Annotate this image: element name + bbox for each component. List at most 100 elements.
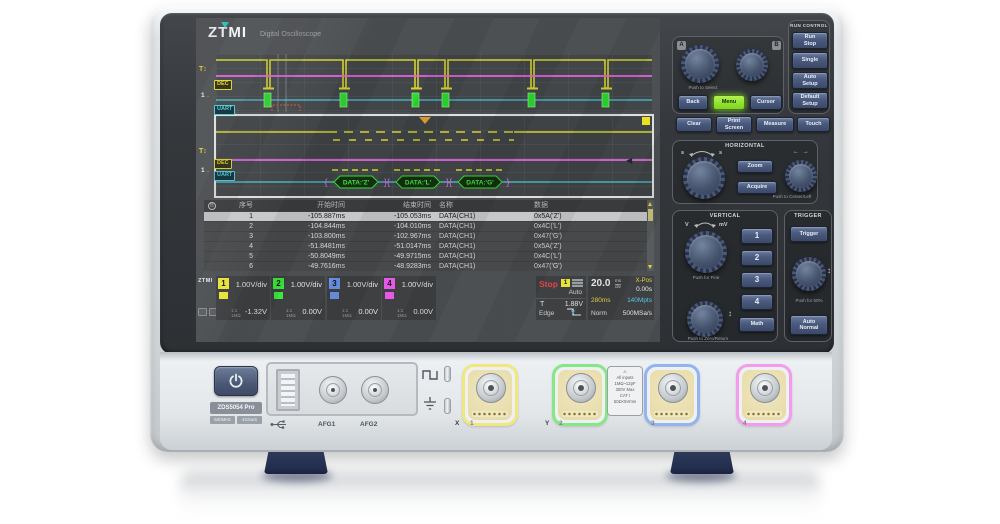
channel2-coupling-icon (274, 292, 283, 299)
probe-comp-square-icon (422, 368, 438, 382)
channel1-button[interactable]: 1 (741, 228, 773, 244)
scroll-down-icon[interactable] (648, 265, 652, 269)
channel2-status[interactable]: 2 1.00V/div 1:11MΩ 0.00V (271, 276, 325, 320)
acquire-button[interactable]: Acquire (737, 181, 777, 194)
channel2-contacts (562, 411, 598, 417)
table-row[interactable]: 2-104.844ms-104.010msDATA(CH1)0x4C('L') (204, 221, 654, 231)
horizontal-scale-knob[interactable] (683, 157, 725, 199)
trigger-level-knob[interactable] (792, 257, 826, 291)
trigger-type: Edge (539, 310, 554, 317)
channel1-bnc (476, 373, 506, 403)
horizontal-position-hint: Push to Center/Left (767, 195, 817, 200)
channel2-button[interactable]: 2 (741, 250, 773, 266)
channel4-vdiv: 1.00V/div (402, 280, 433, 289)
usb-port[interactable] (276, 369, 300, 411)
up-down-arrows-icon: ↕ (827, 266, 831, 275)
horizontal-position-knob[interactable] (785, 160, 817, 192)
col-header-start: 开始时间 (256, 200, 348, 211)
acquire-mode: Norm (591, 310, 607, 317)
table-header-row: B 序号 开始时间 结束时间 名称 数据 (204, 200, 654, 211)
clear-button[interactable]: Clear (676, 117, 712, 132)
trigger-title: TRIGGER (785, 213, 831, 219)
channel4-status[interactable]: 4 1.00V/div 1:11MΩ 0.00V (382, 276, 436, 320)
bandwidth-badge: 500MHz (210, 416, 235, 424)
channel3-button[interactable]: 3 (741, 272, 773, 288)
channel1-vdiv: 1.00V/div (236, 280, 267, 289)
waveform-window-zoom: DATA:'Z' DATA:'L' DATA:'G' { }{ }{ } (214, 114, 654, 198)
table-row[interactable]: 1-105.887ms-105.053msDATA(CH1)0x5A('Z') (204, 211, 654, 221)
trigger-level-marker: T↕ (199, 66, 207, 73)
channel3-badge: 3 (329, 278, 340, 289)
single-button[interactable]: Single (792, 52, 828, 69)
power-icon (228, 373, 244, 389)
zoom-button[interactable]: Zoom (737, 160, 773, 173)
table-row[interactable]: 3-103.800ms-102.967msDATA(CH1)0x47('G') (204, 231, 654, 241)
scroll-up-icon[interactable] (648, 202, 652, 206)
uart-data-label: DATA:'G' (466, 180, 494, 187)
menu-collapse-icon[interactable]: ◀ (626, 156, 632, 165)
channel1-marker-zoom: 1→ (201, 168, 210, 175)
cursor-button[interactable]: Cursor (750, 95, 782, 110)
table-scrollbar[interactable] (647, 200, 654, 271)
table-row[interactable]: 4-51.8481ms-51.0147msDATA(CH1)0x5A('Z') (204, 241, 654, 251)
table-row[interactable]: 5-50.8049ms-49.9715msDATA(CH1)0x4C('L') (204, 251, 654, 261)
channel1-badge: 1 (218, 278, 229, 289)
print-screen-button[interactable]: Print Screen (716, 116, 752, 133)
back-button[interactable]: Back (678, 95, 708, 110)
x-axis-label: X (455, 420, 459, 427)
waveform-zoom-svg: DATA:'Z' DATA:'L' DATA:'G' { }{ }{ } (216, 116, 652, 196)
touch-button[interactable]: Touch (797, 117, 830, 132)
col-header-name: 名称 (434, 200, 530, 211)
knob-a-label: A (677, 41, 686, 50)
channel3-input (644, 364, 700, 426)
vertical-zero-hint: Push to Zero/Return (673, 337, 743, 342)
power-button[interactable] (214, 366, 258, 396)
bus-icon: B (208, 202, 216, 210)
col-header-end: 结束时间 (348, 200, 434, 211)
vertical-scale-knob[interactable] (685, 231, 727, 273)
default-setup-button[interactable]: Default Setup (792, 92, 828, 109)
scale-arc-icon (693, 221, 717, 228)
channel4-button[interactable]: 4 (741, 294, 773, 310)
trigger-panel: TRIGGER Trigger ↕ Push for 50% Auto Norm… (784, 210, 832, 342)
measure-button[interactable]: Measure (756, 117, 794, 132)
push-select-hint: Push to Select (675, 86, 731, 91)
up-down-arrows-icon: ↕ (728, 309, 732, 318)
channel2-vdiv: 1.00V/div (291, 280, 322, 289)
trigger-status[interactable]: Stop 1 Auto T 1.88V Edge (536, 276, 586, 320)
timebase-status[interactable]: 20.0 msdiv X-Pos 0.00s 280ms 140Mpts Nor… (588, 276, 654, 320)
zoom-tool-icon[interactable] (198, 308, 207, 316)
frame-brace: }{ (446, 177, 452, 187)
samplerate-badge: 4GSa/s (237, 416, 262, 424)
table-row[interactable]: 6-49.7616ms-48.9283msDATA(CH1)0x47('G') (204, 261, 654, 271)
uart-data-label: DATA:'Z' (343, 180, 370, 187)
multipurpose-knob-a[interactable] (681, 45, 719, 83)
trigger-button[interactable]: Trigger (790, 226, 828, 242)
channel3-status[interactable]: 3 1.00V/div 1:11MΩ 0.00V (327, 276, 381, 320)
math-button[interactable]: Math (739, 317, 775, 332)
oscilloscope: ZTMI Digital Oscilloscope (0, 0, 1000, 524)
trigger-50-hint: Push for 50% (787, 299, 831, 304)
vertical-position-knob[interactable] (687, 301, 723, 337)
scroll-thumb[interactable] (648, 209, 653, 221)
frame-brace: { (324, 177, 327, 187)
usb-icon (270, 420, 288, 429)
multipurpose-knob-b[interactable] (736, 49, 768, 81)
decode-badge-dec-zoom: DEC (214, 159, 232, 169)
memory-depth: 140Mpts (627, 297, 652, 304)
channel2-bnc (566, 373, 596, 403)
run-state: Stop (539, 279, 558, 289)
left-right-arrows-icon: ← → (793, 149, 810, 155)
input-warning-label: ⚠ All inputs 1MΩ~12pF 300V Max CAT I 50Ω… (607, 366, 643, 416)
brand-subtitle: Digital Oscilloscope (260, 31, 321, 38)
channel1-status[interactable]: 1 1.00V/div 1:11MΩ -1.32V (216, 276, 270, 320)
warning-icon: ⚠ (623, 369, 627, 374)
run-stop-button[interactable]: Run Stop (792, 32, 828, 49)
auto-normal-button[interactable]: Auto Normal (790, 315, 828, 335)
menu-button[interactable]: Menu (713, 95, 745, 110)
channel3-coupling-icon (330, 292, 339, 299)
channel4-contacts (746, 411, 782, 417)
trigger-sweep: Auto (569, 289, 582, 296)
auto-setup-button[interactable]: Auto Setup (792, 72, 828, 89)
channel4-probe: 1:11MΩ (397, 308, 407, 318)
